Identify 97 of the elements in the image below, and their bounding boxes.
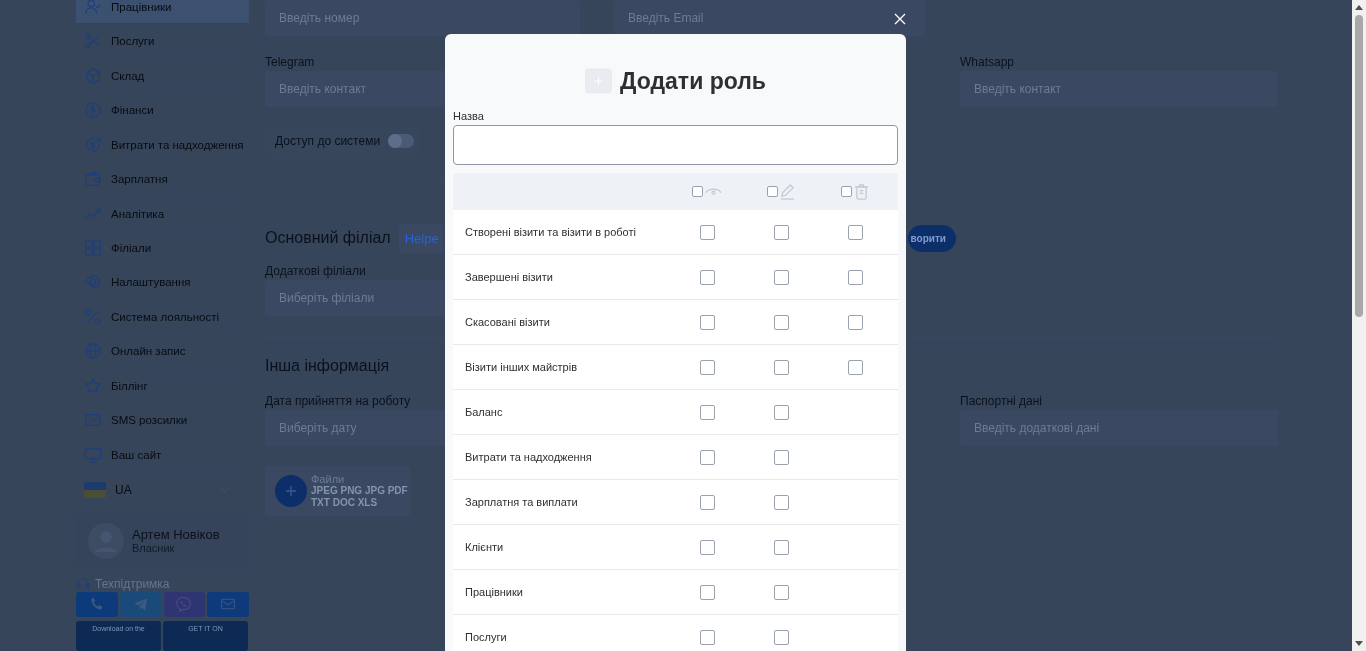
checkbox[interactable] bbox=[699, 449, 715, 465]
trash-icon bbox=[854, 183, 869, 200]
checkbox[interactable] bbox=[699, 584, 715, 600]
checkbox[interactable] bbox=[847, 359, 863, 375]
checkbox[interactable] bbox=[773, 584, 789, 600]
field-label: Додаткові філіали bbox=[265, 263, 366, 280]
checkbox[interactable] bbox=[773, 449, 789, 465]
create-button[interactable]: ворити bbox=[907, 224, 956, 252]
checkbox[interactable] bbox=[773, 629, 789, 645]
close-icon bbox=[894, 13, 906, 25]
permission-label: Візити інших майстрів bbox=[464, 361, 579, 373]
percent-icon bbox=[84, 307, 102, 326]
close-button[interactable] bbox=[892, 11, 908, 27]
star-icon bbox=[84, 376, 102, 395]
checkbox[interactable] bbox=[699, 359, 715, 375]
checkbox[interactable] bbox=[699, 494, 715, 510]
checkbox[interactable] bbox=[699, 539, 715, 555]
scissors-icon bbox=[84, 32, 102, 51]
sidebar-item[interactable]: Філіали bbox=[76, 231, 249, 266]
checkbox[interactable] bbox=[773, 224, 789, 240]
user-name: Артем Новіков bbox=[132, 527, 220, 543]
email-button[interactable] bbox=[207, 591, 249, 617]
checkbox[interactable] bbox=[847, 269, 863, 285]
dollar-arrow-icon bbox=[84, 135, 102, 154]
checkbox[interactable] bbox=[773, 494, 789, 510]
sidebar-item[interactable]: Працівники bbox=[76, 0, 249, 25]
checkbox[interactable] bbox=[773, 539, 789, 555]
field-label: Назва bbox=[453, 110, 485, 122]
sidebar-item[interactable]: Склад bbox=[76, 58, 249, 94]
checkbox[interactable] bbox=[847, 314, 863, 330]
checkbox[interactable] bbox=[841, 186, 852, 197]
viber-button[interactable] bbox=[163, 591, 206, 617]
sidebar-item[interactable]: Система лояльності bbox=[76, 300, 249, 335]
permission-label: Працівники bbox=[464, 586, 524, 598]
permission-label: Скасовані візити bbox=[464, 316, 551, 328]
sidebar-item[interactable]: Налаштування bbox=[76, 265, 249, 301]
permission-label: Клієнти bbox=[464, 541, 505, 553]
scroll-up-icon bbox=[1355, 4, 1363, 10]
scroll-down-icon bbox=[1355, 641, 1363, 647]
pencil-icon bbox=[780, 183, 795, 200]
monitor-icon bbox=[84, 445, 102, 464]
scrollbar[interactable] bbox=[1352, 0, 1366, 651]
checkbox[interactable] bbox=[692, 186, 703, 197]
name-input[interactable] bbox=[453, 125, 898, 165]
permission-label: Зарплатня та виплати bbox=[464, 496, 579, 508]
permission-label: Послуги bbox=[464, 631, 508, 643]
scrollbar-thumb[interactable] bbox=[1355, 15, 1363, 317]
language-selector[interactable]: UA bbox=[76, 472, 249, 507]
checkbox[interactable] bbox=[773, 404, 789, 420]
flag-icon bbox=[84, 481, 106, 498]
section-heading: Інша інформація bbox=[265, 357, 390, 375]
wallet-icon bbox=[84, 170, 102, 189]
field-label: Паспортні дані bbox=[960, 393, 1042, 410]
paper-plane-icon bbox=[132, 596, 149, 613]
sidebar-item[interactable]: Витрати та надходження bbox=[76, 127, 249, 163]
checkbox[interactable] bbox=[699, 224, 715, 240]
checkbox[interactable] bbox=[699, 629, 715, 645]
access-label: Доступ до системи bbox=[275, 134, 381, 148]
permission-label: Завершені візити bbox=[464, 271, 554, 283]
checkbox[interactable] bbox=[699, 314, 715, 330]
sidebar-item[interactable]: Онлайн запис bbox=[76, 334, 249, 370]
telegram-button[interactable] bbox=[119, 591, 162, 617]
branch-tab[interactable]: Helpe bbox=[398, 223, 443, 253]
permission-label: Витрати та надходження bbox=[464, 451, 593, 463]
sidebar-item[interactable]: Зарплатня bbox=[76, 162, 249, 197]
dollar-circle-icon bbox=[84, 101, 102, 120]
plus-icon bbox=[275, 475, 307, 507]
checkbox[interactable] bbox=[699, 269, 715, 285]
checkbox[interactable] bbox=[773, 359, 789, 375]
grid-icon bbox=[84, 239, 102, 257]
permission-label: Створені візити та візити в роботі bbox=[464, 226, 637, 238]
file-formats: JPEG PNG JPG PDF TXT DOC XLS bbox=[311, 485, 409, 509]
sidebar-item[interactable]: Ваш сайт bbox=[76, 438, 249, 473]
sidebar-item[interactable]: Біллінг bbox=[76, 369, 249, 404]
eye-icon bbox=[705, 188, 722, 195]
checkbox[interactable] bbox=[773, 269, 789, 285]
headset-icon bbox=[76, 577, 90, 592]
section-heading: Основний філіал bbox=[265, 229, 391, 247]
person-icon bbox=[84, 0, 102, 16]
checkbox[interactable] bbox=[699, 404, 715, 420]
phone-button[interactable] bbox=[76, 591, 118, 617]
checkbox[interactable] bbox=[773, 314, 789, 330]
field-label: Whatsapp bbox=[960, 54, 1015, 71]
toggle-switch[interactable] bbox=[388, 134, 415, 148]
globe-icon bbox=[84, 342, 102, 361]
sidebar-item[interactable]: Фінанси bbox=[76, 93, 249, 128]
field-label: Telegram bbox=[265, 54, 315, 71]
phone-bubble-icon bbox=[176, 596, 193, 613]
checkbox[interactable] bbox=[767, 186, 778, 197]
gear-icon bbox=[84, 273, 102, 292]
sidebar-item[interactable]: Аналітика bbox=[76, 196, 249, 232]
checkbox[interactable] bbox=[847, 224, 863, 240]
field-label: Дата прийняття на роботу bbox=[265, 393, 411, 410]
sidebar-item[interactable]: Послуги bbox=[76, 24, 249, 59]
sidebar-item[interactable]: SMS розсилки bbox=[76, 403, 249, 439]
box-icon bbox=[84, 66, 102, 85]
dialog-title: Додати роль bbox=[620, 67, 766, 95]
